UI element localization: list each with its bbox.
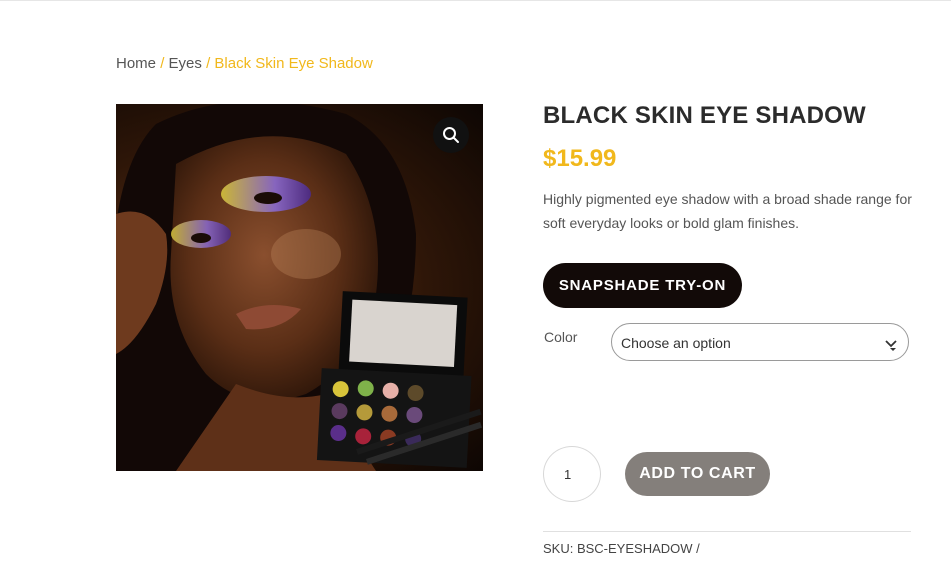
quantity-input[interactable] [543,446,601,502]
breadcrumb-eyes-link[interactable]: Eyes [169,55,202,72]
color-select[interactable]: Choose an option [611,323,909,361]
product-price: $15.99 [543,145,617,172]
meta-divider [543,531,911,532]
product-image[interactable] [116,104,483,471]
breadcrumb: Home / Eyes / Black Skin Eye Shadow [116,55,373,72]
product-title: BLACK SKIN EYE SHADOW [543,102,866,129]
chevron-down-icon [885,340,897,351]
breadcrumb-home-link[interactable]: Home [116,55,156,72]
breadcrumb-separator: / [160,55,165,72]
breadcrumb-current: Black Skin Eye Shadow [214,55,373,72]
color-label: Color [544,329,578,345]
search-icon [443,127,459,143]
product-photo [116,104,482,471]
snapshade-tryon-button[interactable]: SNAPSHADE TRY-ON [543,263,742,308]
zoom-button[interactable] [433,117,469,153]
sku-text: SKU: BSC-EYESHADOW / [543,541,700,556]
add-to-cart-button[interactable]: ADD TO CART [625,452,770,496]
header-divider [0,0,951,1]
color-select-value: Choose an option [621,335,731,351]
breadcrumb-separator: / [206,55,211,72]
product-description: Highly pigmented eye shadow with a broad… [543,191,912,231]
